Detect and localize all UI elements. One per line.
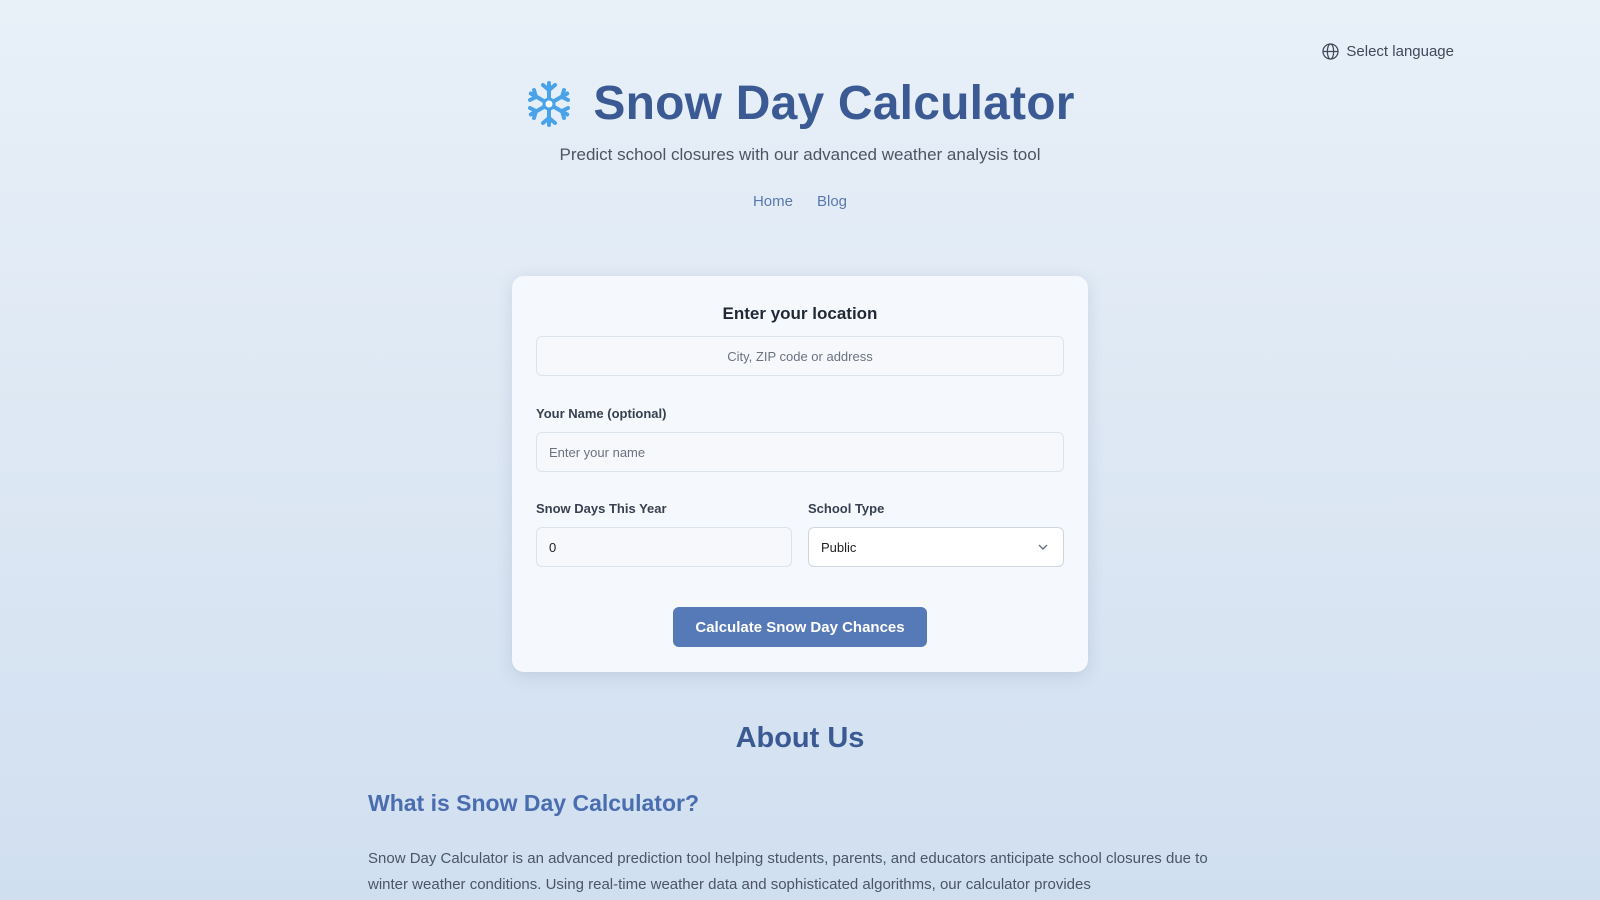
page-subtitle: Predict school closures with our advance… xyxy=(559,145,1041,164)
school-type-select[interactable]: Public xyxy=(808,527,1064,567)
nav-home-link[interactable]: Home xyxy=(753,193,793,210)
snowflake-icon xyxy=(528,80,571,127)
snow-days-label: Snow Days This Year xyxy=(536,501,667,516)
snow-days-input[interactable] xyxy=(536,527,792,567)
about-title: About Us xyxy=(735,722,865,754)
page-header: Snow Day Calculator Predict school closu… xyxy=(0,0,1600,210)
name-input[interactable] xyxy=(536,432,1064,472)
name-label: Your Name (optional) xyxy=(536,406,667,421)
calculate-button[interactable]: Calculate Snow Day Chances xyxy=(673,607,927,647)
about-text: Snow Day Calculator is an advanced predi… xyxy=(368,850,1208,893)
main-nav: Home Blog xyxy=(0,193,1600,210)
location-input[interactable] xyxy=(536,336,1064,376)
language-label: Select language xyxy=(1346,43,1454,60)
language-selector[interactable]: Select language xyxy=(1321,42,1454,61)
school-type-value: Public xyxy=(821,539,857,555)
page-title: Snow Day Calculator xyxy=(593,77,1075,130)
about-subtitle: What is Snow Day Calculator? xyxy=(368,790,699,816)
nav-blog-link[interactable]: Blog xyxy=(817,193,847,210)
location-heading: Enter your location xyxy=(722,304,878,323)
calculator-card: Enter your location Your Name (optional)… xyxy=(512,276,1088,672)
chevron-down-icon xyxy=(1038,544,1048,550)
globe-icon xyxy=(1322,43,1340,60)
school-type-label: School Type xyxy=(808,501,885,516)
